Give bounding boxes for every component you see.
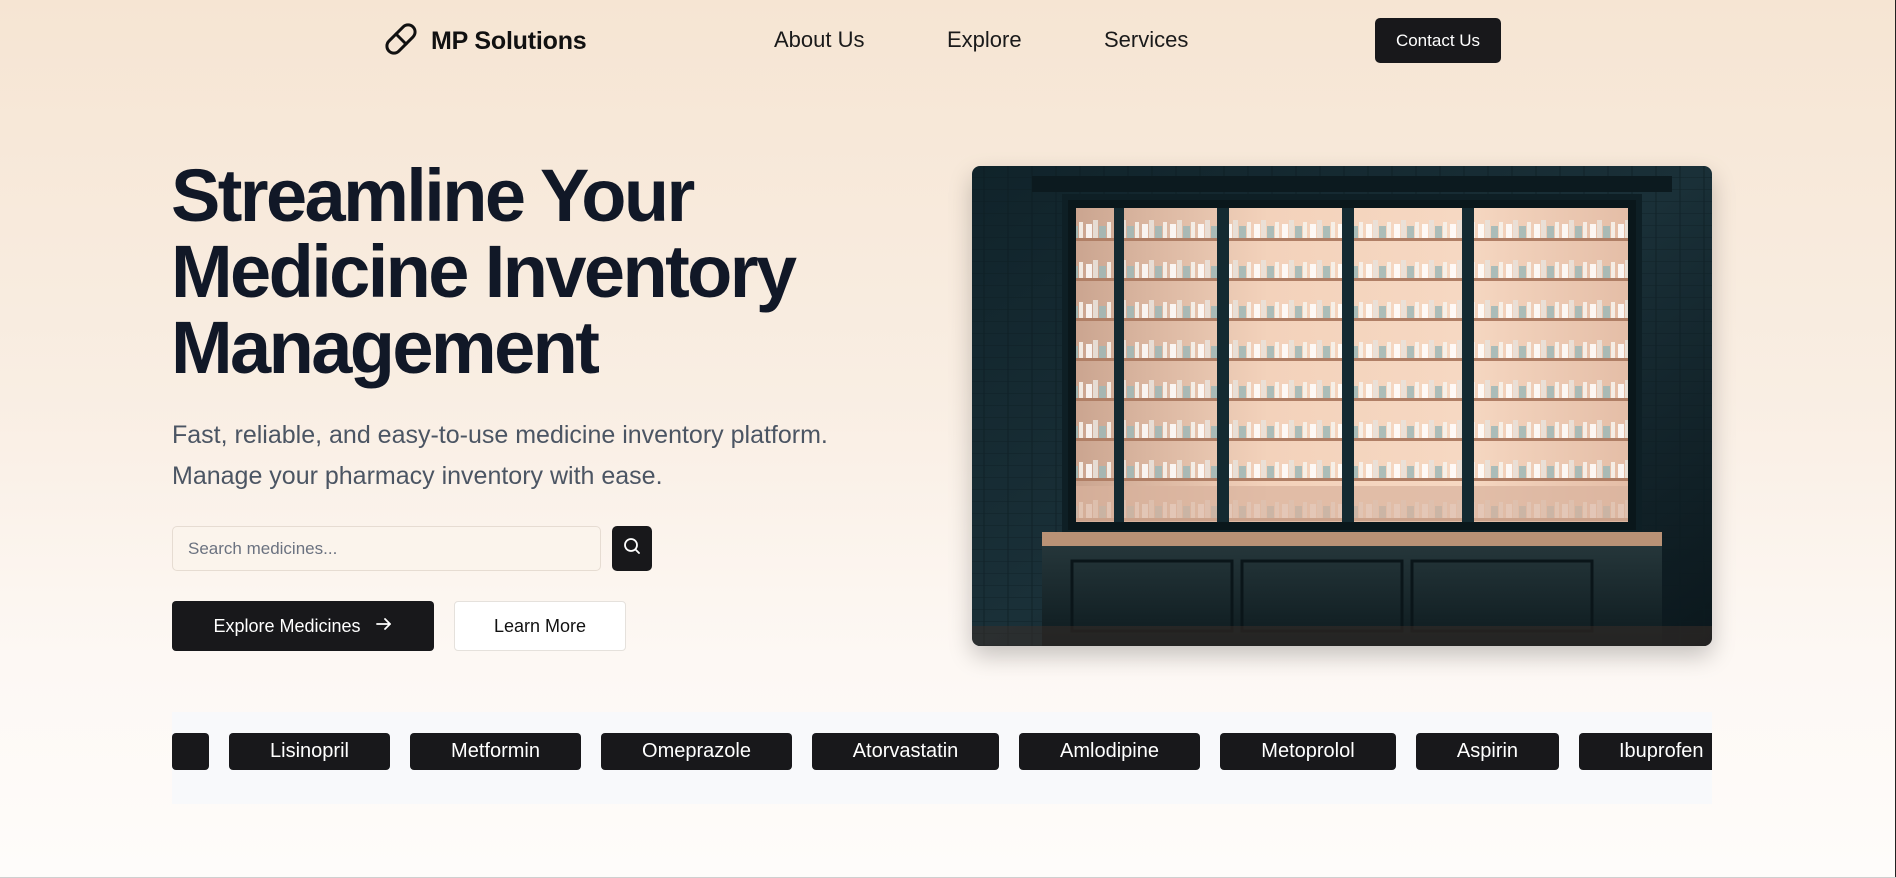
hero-subtitle: Fast, reliable, and easy-to-use medicine… (172, 415, 892, 497)
medicine-chip[interactable]: Amlodipine (1019, 733, 1200, 770)
hero-title-line: Medicine Inventory (171, 230, 797, 313)
medicine-marquee: Lisinopril Metformin Omeprazole Atorvast… (172, 712, 1712, 804)
medicine-chip[interactable]: Aspirin (1416, 733, 1559, 770)
search-button[interactable] (612, 526, 652, 571)
medicine-chip[interactable]: Atorvastatin (812, 733, 999, 770)
brand-logo[interactable]: MP Solutions (383, 20, 587, 63)
medicine-chip[interactable]: Ibuprofen (1579, 733, 1712, 770)
medicine-chip[interactable]: Lisinopril (229, 733, 390, 770)
search-icon (622, 536, 642, 561)
hero-title-line: Streamline Your (171, 154, 695, 237)
hero-subtitle-line: Fast, reliable, and easy-to-use medicine… (172, 421, 828, 449)
nav-services[interactable]: Services (1104, 27, 1188, 53)
arrow-right-icon (375, 615, 393, 638)
hero-title-line: Management (171, 306, 600, 389)
pill-icon (383, 20, 421, 63)
medicine-chip[interactable] (172, 733, 209, 770)
learn-more-button[interactable]: Learn More (454, 601, 626, 651)
brand-name: MP Solutions (431, 27, 587, 55)
nav-explore[interactable]: Explore (947, 27, 1022, 53)
medicine-chip[interactable]: Omeprazole (601, 733, 792, 770)
hero-title: Streamline Your Medicine Inventory Manag… (171, 158, 871, 386)
site-header: MP Solutions About Us Explore Services C… (0, 0, 1896, 80)
medicine-chip[interactable]: Metoprolol (1220, 733, 1396, 770)
explore-medicines-label: Explore Medicines (213, 615, 361, 636)
medicine-chip[interactable]: Metformin (410, 733, 581, 770)
explore-medicines-button[interactable]: Explore Medicines (172, 601, 434, 651)
nav-about-us[interactable]: About Us (774, 27, 865, 53)
hero-subtitle-line: Manage your pharmacy inventory with ease… (172, 462, 663, 490)
contact-us-button[interactable]: Contact Us (1375, 18, 1501, 63)
search-input[interactable] (172, 526, 601, 571)
pharmacy-storefront-image (972, 166, 1712, 646)
